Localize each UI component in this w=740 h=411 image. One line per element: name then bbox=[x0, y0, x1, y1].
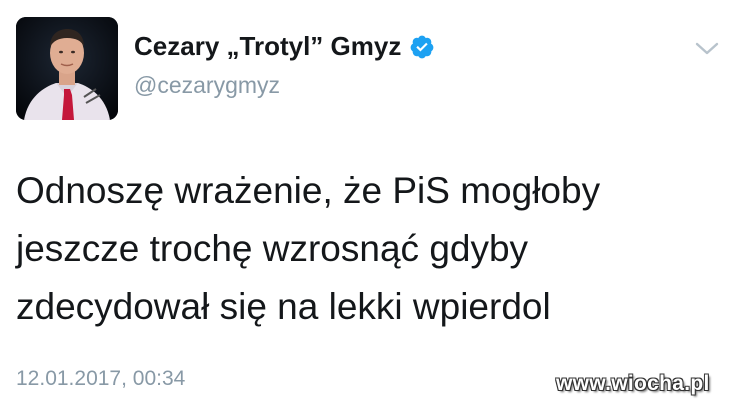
watermark: www.wiocha.pl bbox=[556, 372, 710, 395]
chevron-down-icon[interactable] bbox=[694, 40, 720, 58]
tweet-timestamp[interactable]: 12.01.2017, 00:34 bbox=[16, 367, 185, 391]
author-handle[interactable]: @cezarygmyz bbox=[134, 72, 280, 99]
tweet-text-line: zdecydował się na lekki wpierdol bbox=[16, 286, 551, 327]
author-display-name[interactable]: Cezary „Trotyl” Gmyz bbox=[134, 31, 435, 62]
tweet-text-line: Odnoszę wrażenie, że PiS mogłoby bbox=[16, 170, 601, 211]
verified-badge-icon bbox=[409, 34, 435, 60]
tweet-text: Odnoszę wrażenie, że PiS mogłoby jeszcze… bbox=[16, 162, 716, 336]
avatar[interactable] bbox=[16, 17, 118, 120]
display-name-text[interactable]: Cezary „Trotyl” Gmyz bbox=[134, 31, 401, 62]
tweet-text-line: jeszcze trochę wzrosnąć gdyby bbox=[16, 228, 529, 269]
